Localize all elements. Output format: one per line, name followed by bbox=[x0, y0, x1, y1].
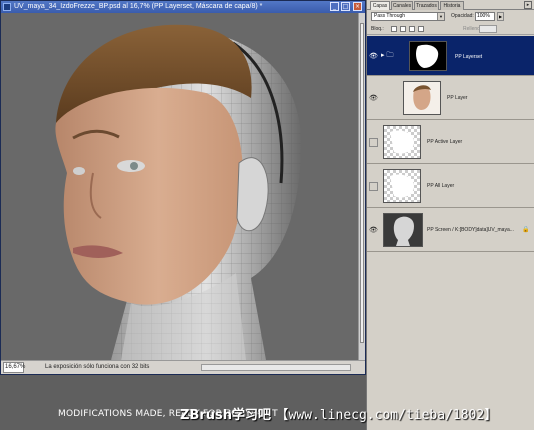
visibility-toggle[interactable] bbox=[369, 138, 378, 147]
document-titlebar[interactable]: UV_maya_34_IzdoFrezze_BP.psd al 16,7% (P… bbox=[1, 1, 365, 13]
layer-row-pp-screen[interactable]: 👁 PP Screen / K:[BODY]data]UV_maya... 🔒 bbox=[367, 208, 534, 252]
layer-name: PP Layerset bbox=[455, 54, 483, 60]
lock-all-icon[interactable] bbox=[418, 26, 424, 32]
layer-row-pp-layer[interactable]: 👁 PP Layer bbox=[367, 76, 534, 120]
face-thumbnail-icon bbox=[413, 85, 431, 110]
layer-thumbnail bbox=[383, 213, 423, 247]
transparent-layer-icon bbox=[390, 174, 414, 198]
layer-name: PP Screen / K:[BODY]data]UV_maya... bbox=[427, 227, 514, 233]
document-window: UV_maya_34_IzdoFrezze_BP.psd al 16,7% (P… bbox=[0, 0, 366, 375]
blend-row: Pass Through ▼ Opacidad: 100% ▶ bbox=[367, 11, 534, 23]
status-bar: 16,67% La exposición sólo funciona con 3… bbox=[1, 360, 365, 374]
opacity-label: Opacidad: bbox=[451, 13, 474, 19]
horizontal-scrollbar[interactable] bbox=[201, 364, 351, 371]
layer-thumbnail bbox=[403, 81, 441, 115]
opacity-field[interactable]: 100% bbox=[475, 12, 495, 21]
layer-row-pp-active-layer[interactable]: PP Active Layer bbox=[367, 120, 534, 164]
eye-icon[interactable]: 👁 bbox=[369, 52, 378, 61]
tab-canales[interactable]: Canales bbox=[391, 1, 413, 10]
document-title: UV_maya_34_IzdoFrezze_BP.psd al 16,7% (P… bbox=[14, 3, 263, 10]
head-render-image bbox=[55, 24, 301, 360]
layer-name: PP All Layer bbox=[427, 183, 455, 189]
maximize-icon[interactable]: □ bbox=[341, 2, 350, 11]
panel-menu-icon[interactable]: ▸ bbox=[524, 1, 532, 9]
tab-trazados[interactable]: Trazados bbox=[414, 1, 439, 10]
vertical-scroll-thumb[interactable] bbox=[360, 23, 364, 343]
zoom-field[interactable]: 16,67% bbox=[3, 362, 25, 373]
photoshop-document-icon bbox=[3, 3, 11, 11]
minimize-icon[interactable]: _ bbox=[330, 2, 339, 11]
visibility-toggle[interactable] bbox=[369, 182, 378, 191]
lock-position-icon[interactable] bbox=[409, 26, 415, 32]
fill-field[interactable] bbox=[479, 25, 497, 33]
vertical-scrollbar[interactable] bbox=[358, 13, 365, 360]
layer-mask-thumbnail[interactable] bbox=[409, 41, 447, 71]
close-icon[interactable]: × bbox=[353, 2, 362, 11]
tab-historia[interactable]: Historia bbox=[440, 1, 464, 10]
layer-thumbnail bbox=[383, 125, 421, 159]
blend-mode-select[interactable]: Pass Through ▼ bbox=[371, 12, 445, 21]
tab-capas[interactable]: Capas bbox=[370, 1, 390, 10]
blend-mode-value: Pass Through bbox=[374, 13, 406, 19]
layer-name: PP Active Layer bbox=[427, 139, 463, 145]
layer-name: PP Layer bbox=[447, 95, 468, 101]
chevron-down-icon[interactable]: ▼ bbox=[437, 13, 444, 20]
layers-list: 👁 ▸ 🗀 PP Layerset 👁 PP Layer PP Active L… bbox=[367, 36, 534, 258]
lock-row: Bloq.: Relleno: bbox=[367, 23, 534, 35]
eye-icon[interactable]: 👁 bbox=[369, 226, 378, 235]
watermark-site: 【www.linecg.com/tieba/1802】 bbox=[275, 408, 498, 423]
folder-icon: ▸ 🗀 bbox=[381, 52, 394, 59]
link-icon: 🔒 bbox=[522, 226, 530, 233]
lock-label: Bloq.: bbox=[371, 26, 384, 32]
layers-panel: Capas Canales Trazados Historia ▸ Pass T… bbox=[366, 0, 534, 430]
layer-row-pp-all-layer[interactable]: PP All Layer bbox=[367, 164, 534, 208]
eye-icon[interactable]: 👁 bbox=[369, 94, 378, 103]
grey-head-thumbnail-icon bbox=[393, 216, 414, 246]
lock-transparency-icon[interactable] bbox=[391, 26, 397, 32]
layer-row-pp-layerset[interactable]: 👁 ▸ 🗀 PP Layerset bbox=[367, 36, 534, 76]
opacity-arrow-icon[interactable]: ▶ bbox=[497, 12, 504, 21]
layer-thumbnail bbox=[383, 169, 421, 203]
transparent-layer-icon bbox=[390, 130, 414, 154]
watermark-brand: ZBrush学习吧 bbox=[180, 408, 271, 423]
image-canvas[interactable] bbox=[1, 13, 358, 360]
watermark: ZBrush学习吧 【www.linecg.com/tieba/1802】 bbox=[180, 404, 497, 423]
status-message: La exposición sólo funciona con 32 bits bbox=[45, 364, 150, 370]
lock-image-icon[interactable] bbox=[400, 26, 406, 32]
mask-shape-icon bbox=[416, 44, 439, 68]
panel-tabs: Capas Canales Trazados Historia ▸ bbox=[367, 0, 534, 10]
